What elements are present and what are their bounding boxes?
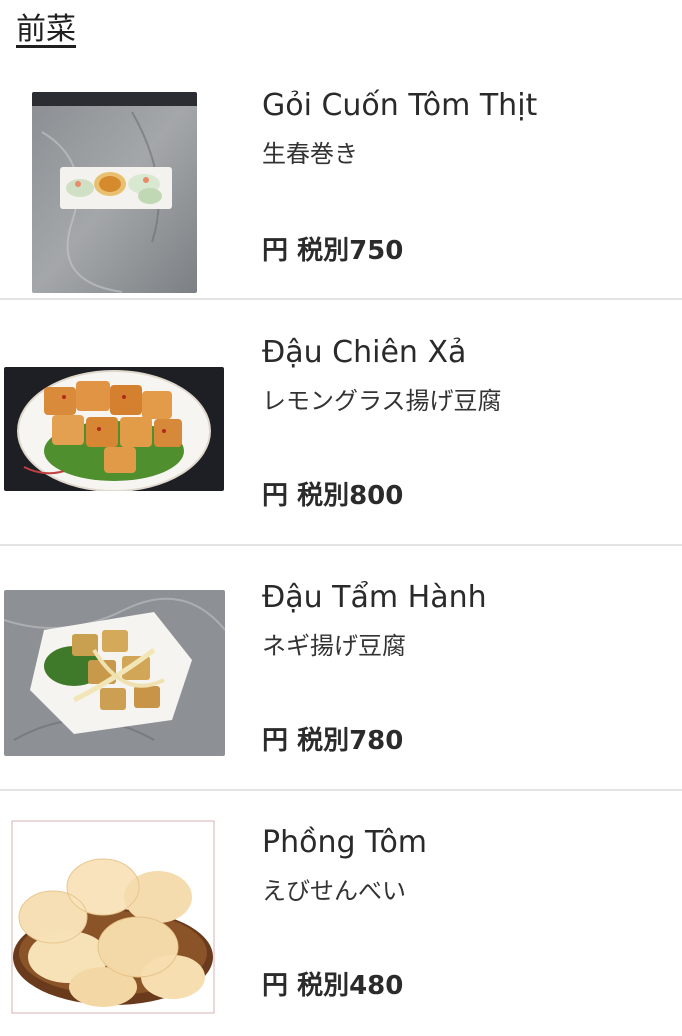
divider [0,298,682,300]
item-description: 生春巻き [262,140,358,168]
food-photo-spring-rolls [32,92,197,293]
tax-label: 税別 [297,726,350,756]
currency-label: 円 [262,236,289,266]
food-photo-scallion-tofu [4,590,225,756]
item-description: ネギ揚げ豆腐 [262,632,406,660]
tax-label: 税別 [297,481,350,511]
tax-label: 税別 [297,971,350,1001]
currency-label: 円 [262,971,289,1001]
menu-item-phong-tom[interactable]: Phồng Tôm えびせんべい 円 税別480 [0,791,682,1036]
menu-item-goi-cuon[interactable]: Gỏi Cuốn Tôm Thịt 生春巻き 円 税別750 [0,56,682,301]
menu-item-dau-chien-xa[interactable]: Đậu Chiên Xả レモングラス揚げ豆腐 円 税別800 [0,301,682,546]
item-price: 円 税別480 [262,969,403,1003]
item-name: Đậu Tẩm Hành [262,580,487,615]
price-value: 750 [349,236,404,266]
currency-label: 円 [262,481,289,511]
item-price: 円 税別780 [262,724,403,758]
item-price: 円 税別800 [262,479,403,513]
item-name: Phồng Tôm [262,825,428,860]
item-description: レモングラス揚げ豆腐 [262,387,502,415]
price-value: 800 [349,481,404,511]
item-name: Gỏi Cuốn Tôm Thịt [262,88,538,123]
price-value: 780 [349,726,404,756]
item-description: えびせんべい [262,877,406,905]
section-title: 前菜 [16,12,76,47]
tax-label: 税別 [297,236,350,266]
item-price: 円 税別750 [262,234,403,268]
food-photo-fried-tofu [4,367,224,491]
menu-item-dau-tam-hanh[interactable]: Đậu Tẩm Hành ネギ揚げ豆腐 円 税別780 [0,546,682,791]
price-value: 480 [349,971,404,1001]
food-photo-shrimp-crackers [8,817,218,1017]
item-name: Đậu Chiên Xả [262,335,467,370]
currency-label: 円 [262,726,289,756]
